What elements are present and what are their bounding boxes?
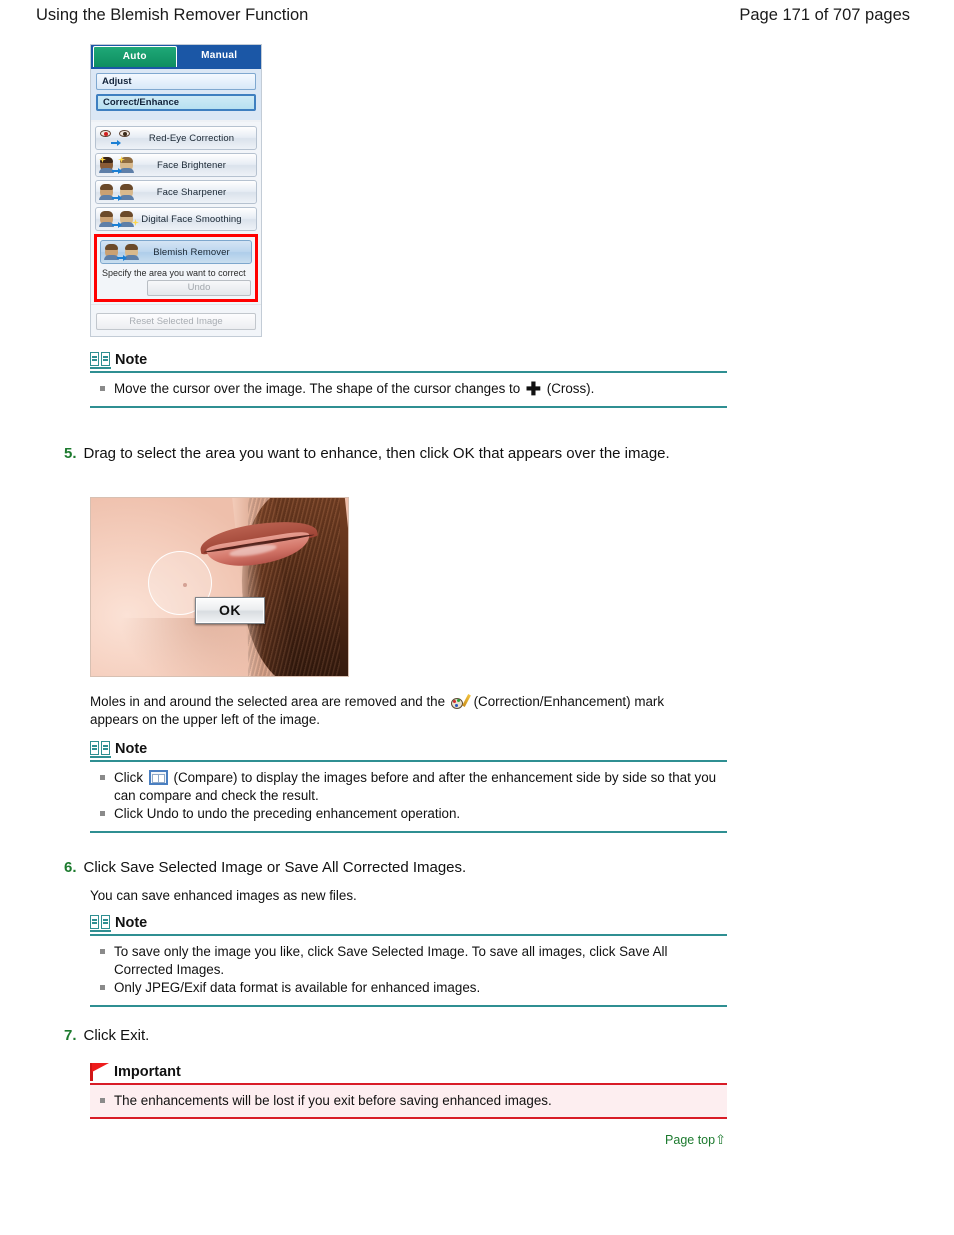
red-eye-icon bbox=[99, 128, 139, 148]
note-heading: Note bbox=[115, 741, 148, 757]
function-button-digital-face-smoothing[interactable]: Digital Face Smoothing bbox=[95, 207, 257, 231]
important-flag-icon bbox=[90, 1063, 110, 1081]
note-item: Click Undo to undo the preceding enhance… bbox=[100, 805, 727, 823]
step-5-number: 5. bbox=[64, 445, 77, 462]
function-label: Face Sharpener bbox=[156, 186, 227, 198]
note-divider-bottom bbox=[90, 1004, 727, 1007]
page-number-label: Page 171 of 707 pages bbox=[739, 6, 910, 24]
note-heading: Note bbox=[115, 352, 148, 368]
note-block-2: Note Click (Compare) to display the imag… bbox=[90, 741, 727, 833]
note-item-text-after: (Compare) to display the images before a… bbox=[114, 770, 717, 803]
function-label: Red-Eye Correction bbox=[148, 132, 235, 144]
note-item-text-before: Click bbox=[114, 770, 144, 785]
step-5-result-text: Moles in and around the selected area ar… bbox=[90, 693, 710, 728]
step-7: 7. Click Exit. bbox=[64, 1026, 724, 1047]
cross-cursor-icon: ✚ bbox=[525, 379, 541, 399]
face-brightener-icon bbox=[99, 155, 139, 175]
arrow-up-icon: ⇧ bbox=[715, 1132, 726, 1147]
section-button-adjust[interactable]: Adjust bbox=[96, 73, 256, 90]
panel-footer: Reset Selected Image bbox=[91, 304, 261, 336]
ok-button[interactable]: OK bbox=[195, 597, 265, 624]
function-button-red-eye-correction[interactable]: Red-Eye Correction bbox=[95, 126, 257, 150]
note-divider-bottom bbox=[90, 405, 727, 408]
compare-icon bbox=[148, 770, 168, 785]
face-sharpener-icon bbox=[99, 182, 139, 202]
note-item: Move the cursor over the image. The shap… bbox=[100, 379, 727, 399]
note-book-icon bbox=[90, 741, 111, 758]
function-label: Digital Face Smoothing bbox=[141, 213, 242, 225]
note-header: Note bbox=[90, 915, 727, 934]
photo-lips bbox=[198, 514, 319, 572]
tab-auto[interactable]: Auto bbox=[93, 46, 177, 67]
note-item: Only JPEG/Exif data format is available … bbox=[100, 979, 727, 997]
step-5: 5. Drag to select the area you want to e… bbox=[64, 444, 724, 465]
important-header: Important bbox=[90, 1063, 727, 1083]
page-title: Using the Blemish Remover Function bbox=[36, 6, 309, 24]
note-item-text-before: Move the cursor over the image. The shap… bbox=[114, 381, 521, 396]
important-heading: Important bbox=[114, 1064, 181, 1080]
step-7-text: Click Exit. bbox=[83, 1027, 150, 1044]
step-6-number: 6. bbox=[64, 859, 77, 876]
tab-manual[interactable]: Manual bbox=[177, 45, 261, 67]
important-divider-bottom bbox=[90, 1116, 727, 1119]
step-5-text: Drag to select the area you want to enha… bbox=[83, 445, 670, 462]
digital-face-smoothing-icon bbox=[99, 209, 139, 229]
reset-selected-image-button[interactable]: Reset Selected Image bbox=[96, 313, 256, 330]
page-header: Using the Blemish Remover Function Page … bbox=[0, 0, 954, 34]
sample-photo: OK bbox=[90, 497, 349, 677]
note-book-icon bbox=[90, 352, 111, 369]
page-top-link[interactable]: Page top⇧ bbox=[665, 1132, 726, 1148]
section-button-correct-enhance[interactable]: Correct/Enhance bbox=[96, 94, 256, 111]
note-book-icon bbox=[90, 915, 111, 932]
function-label: Blemish Remover bbox=[153, 246, 230, 258]
step-6: 6. Click Save Selected Image or Save All… bbox=[64, 858, 724, 879]
function-label: Face Brightener bbox=[156, 159, 227, 171]
undo-button[interactable]: Undo bbox=[147, 280, 251, 296]
panel-tab-bar: Auto Manual bbox=[91, 45, 261, 67]
page-top-label: Page top bbox=[665, 1133, 716, 1147]
important-item: The enhancements will be lost if you exi… bbox=[100, 1092, 727, 1110]
function-button-blemish-remover[interactable]: Blemish Remover bbox=[100, 240, 252, 264]
step-6-text: Click Save Selected Image or Save All Co… bbox=[83, 859, 467, 876]
correct-enhance-panel: Auto Manual Adjust Correct/Enhance Red-E… bbox=[90, 44, 262, 337]
important-items: The enhancements will be lost if you exi… bbox=[90, 1085, 727, 1117]
note-block-3: Note To save only the image you like, cl… bbox=[90, 915, 727, 1007]
blemish-remover-highlight: Blemish Remover Specify the area you wan… bbox=[94, 234, 258, 302]
note-header: Note bbox=[90, 352, 727, 371]
blemish-remover-hint: Specify the area you want to correct bbox=[102, 268, 246, 278]
note-divider-bottom bbox=[90, 830, 727, 833]
note-items: Move the cursor over the image. The shap… bbox=[90, 373, 727, 406]
function-list: Red-Eye Correction Face Brightener Face … bbox=[91, 122, 261, 304]
result-text-before: Moles in and around the selected area ar… bbox=[90, 694, 446, 709]
note-block-1: Note Move the cursor over the image. The… bbox=[90, 352, 727, 408]
note-items: To save only the image you like, click S… bbox=[90, 936, 727, 1005]
function-button-face-sharpener[interactable]: Face Sharpener bbox=[95, 180, 257, 204]
note-item: Click (Compare) to display the images be… bbox=[100, 769, 727, 804]
important-block: Important The enhancements will be lost … bbox=[90, 1063, 727, 1119]
step-6-sub-text: You can save enhanced images as new file… bbox=[90, 888, 357, 903]
step-7-number: 7. bbox=[64, 1027, 77, 1044]
panel-body: Adjust Correct/Enhance bbox=[91, 67, 261, 120]
note-heading: Note bbox=[115, 915, 148, 931]
blemish-remover-icon bbox=[104, 242, 144, 262]
note-header: Note bbox=[90, 741, 727, 760]
note-items: Click (Compare) to display the images be… bbox=[90, 762, 727, 831]
note-item: To save only the image you like, click S… bbox=[100, 943, 727, 978]
note-item-text-after: (Cross). bbox=[546, 381, 595, 396]
correction-enhancement-icon bbox=[450, 694, 471, 709]
function-button-face-brightener[interactable]: Face Brightener bbox=[95, 153, 257, 177]
